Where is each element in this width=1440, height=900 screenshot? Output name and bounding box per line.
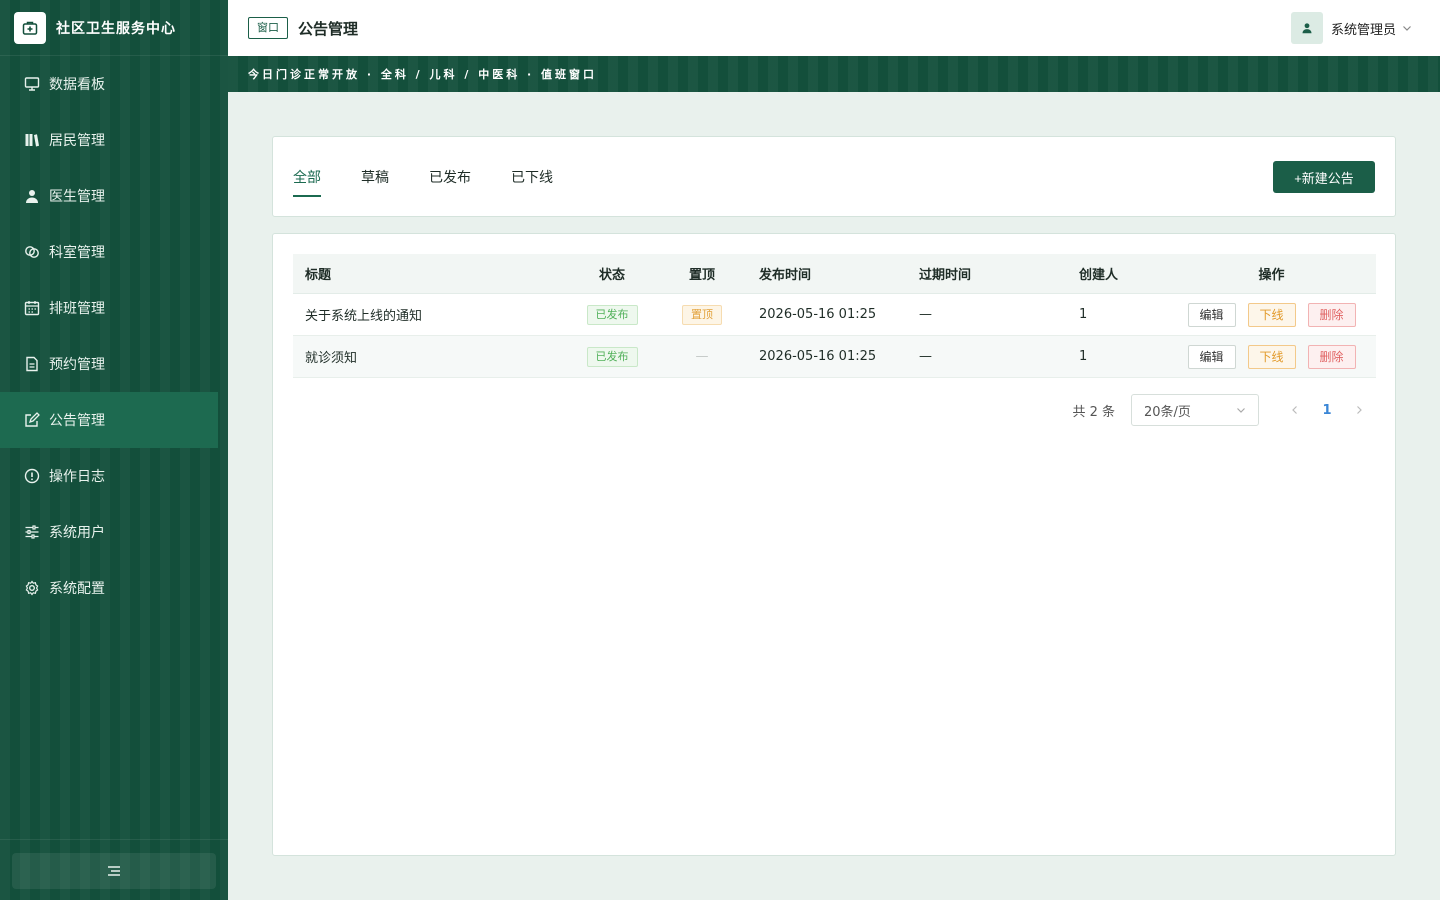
sidebar-footer (0, 839, 228, 900)
top-header: 窗口 公告管理 系统管理员 (228, 0, 1440, 56)
person-icon (26, 190, 38, 203)
table-row: 就诊须知 已发布 — 2026-05-16 01:25 — 1 编辑 下线 删除 (293, 336, 1376, 378)
document-icon (26, 356, 38, 372)
sidebar-item-label: 居民管理 (49, 133, 105, 149)
gear-icon (25, 580, 39, 596)
sidebar-item-appointments[interactable]: 预约管理 (0, 336, 228, 392)
info-icon (24, 468, 40, 484)
sidebar-item-label: 系统配置 (49, 581, 105, 597)
user-icon (1302, 23, 1312, 34)
column-header-actions: 操作 (1258, 268, 1285, 283)
edit-icon (25, 412, 40, 427)
column-header-published-at: 发布时间 (759, 268, 812, 283)
chevron-right-icon (1357, 406, 1362, 414)
cell-creator: 1 (1079, 349, 1088, 364)
status-badge: 已发布 (586, 304, 638, 325)
sidebar-item-label: 数据看板 (49, 77, 105, 93)
tab-draft[interactable]: 草稿 (361, 167, 389, 197)
sliders-icon (25, 525, 39, 539)
column-header-status: 状态 (598, 268, 625, 283)
page-title: 公告管理 (298, 19, 359, 38)
pinned-badge: 置顶 (682, 304, 722, 325)
pagination: 共 2 条 20条/页 1 (1072, 394, 1375, 426)
user-menu[interactable]: 系统管理员 (1290, 12, 1412, 44)
column-header-title: 标题 (305, 268, 332, 283)
cell-creator: 1 (1079, 307, 1088, 322)
cell-published-at: 2026-05-16 01:25 (759, 349, 877, 364)
delete-button[interactable]: 删除 (1307, 344, 1356, 369)
cell-expires-at: — (919, 307, 932, 322)
sidebar-item-announcements[interactable]: 公告管理 (0, 392, 218, 448)
filter-tabs-card: 全部 草稿 已发布 已下线 +新建公告 (272, 136, 1396, 217)
ticker-text: 今日门诊正常开放 · 全科 / 儿科 / 中医科 · 值班窗口 (248, 68, 598, 81)
brand-title: 社区卫生服务中心 (56, 20, 176, 37)
announcements-table: 标题 状态 置顶 发布时间 过期时间 创建人 操作 关于系统上线的通知 已发布 … (293, 254, 1376, 378)
status-badge: 已发布 (586, 346, 638, 367)
tab-offline[interactable]: 已下线 (511, 167, 553, 197)
offline-button[interactable]: 下线 (1247, 302, 1296, 327)
cell-published-at: 2026-05-16 01:25 (759, 307, 877, 322)
sidebar-item-residents[interactable]: 居民管理 (0, 112, 228, 168)
edit-button[interactable]: 编辑 (1187, 302, 1236, 327)
notice-ticker: 今日门诊正常开放 · 全科 / 儿科 / 中医科 · 值班窗口 (228, 56, 1440, 92)
cell-title: 就诊须知 (305, 351, 358, 366)
user-name: 系统管理员 (1330, 22, 1396, 38)
sidebar-item-label: 科室管理 (49, 245, 105, 261)
menu-icon (108, 866, 120, 876)
column-header-expires-at: 过期时间 (919, 268, 972, 283)
column-header-creator: 创建人 (1079, 268, 1119, 283)
window-tag: 窗口 (248, 17, 288, 39)
sidebar-item-label: 公告管理 (49, 413, 105, 429)
edit-button[interactable]: 编辑 (1187, 344, 1236, 369)
brand: 社区卫生服务中心 (0, 0, 228, 56)
chevron-down-icon (1403, 26, 1411, 31)
books-icon (25, 134, 39, 147)
cell-pinned: — (695, 349, 709, 364)
sidebar-item-label: 操作日志 (49, 469, 105, 485)
row-actions: 编辑 下线 删除 (1167, 344, 1376, 369)
sidebar-item-dashboard[interactable]: 数据看板 (0, 56, 228, 112)
cell-title: 关于系统上线的通知 (305, 309, 423, 324)
next-page-button[interactable] (1343, 394, 1375, 426)
status-tabs: 全部 草稿 已发布 已下线 (293, 167, 593, 197)
sidebar-item-settings[interactable]: 系统配置 (0, 560, 228, 616)
row-actions: 编辑 下线 删除 (1167, 302, 1376, 327)
total-count: 共 2 条 (1072, 404, 1115, 420)
table-row: 关于系统上线的通知 已发布 置顶 2026-05-16 01:25 — 1 编辑… (293, 294, 1376, 336)
table-header: 标题 状态 置顶 发布时间 过期时间 创建人 操作 (293, 254, 1376, 294)
link-icon (25, 246, 39, 258)
column-header-pinned: 置顶 (688, 268, 715, 283)
page-number-current[interactable]: 1 (1311, 394, 1343, 426)
calendar-icon (24, 301, 40, 316)
sidebar-item-doctors[interactable]: 医生管理 (0, 168, 228, 224)
delete-button[interactable]: 删除 (1307, 302, 1356, 327)
sidebar-menu: 数据看板 居民管理 医生管理 科室管理 排班管理 预约管理 公告管理 操作日志 (0, 56, 228, 616)
prev-page-button[interactable] (1279, 394, 1311, 426)
new-announcement-button[interactable]: +新建公告 (1273, 161, 1375, 193)
avatar (1290, 12, 1323, 44)
chevron-down-icon (1237, 408, 1245, 413)
page-size-value: 20条/页 (1144, 404, 1191, 420)
collapse-sidebar-button[interactable] (12, 853, 216, 889)
sidebar-item-label: 预约管理 (49, 357, 105, 373)
medical-kit-icon (14, 11, 46, 44)
sidebar-item-label: 医生管理 (49, 189, 105, 205)
tab-published[interactable]: 已发布 (429, 167, 471, 197)
page-size-select[interactable]: 20条/页 (1131, 394, 1259, 426)
sidebar-item-label: 排班管理 (49, 301, 105, 317)
sidebar-item-departments[interactable]: 科室管理 (0, 224, 228, 280)
sidebar-item-schedule[interactable]: 排班管理 (0, 280, 228, 336)
cell-expires-at: — (919, 349, 932, 364)
announcements-table-card: 标题 状态 置顶 发布时间 过期时间 创建人 操作 关于系统上线的通知 已发布 … (272, 233, 1396, 856)
monitor-icon (24, 77, 40, 91)
tab-all[interactable]: 全部 (293, 167, 321, 197)
sidebar-item-logs[interactable]: 操作日志 (0, 448, 228, 504)
sidebar-item-label: 系统用户 (49, 525, 105, 541)
sidebar-item-system-users[interactable]: 系统用户 (0, 504, 228, 560)
chevron-left-icon (1292, 406, 1297, 414)
offline-button[interactable]: 下线 (1247, 344, 1296, 369)
sidebar: 社区卫生服务中心 数据看板 居民管理 医生管理 科室管理 排班管理 预约管理 公… (0, 0, 228, 900)
